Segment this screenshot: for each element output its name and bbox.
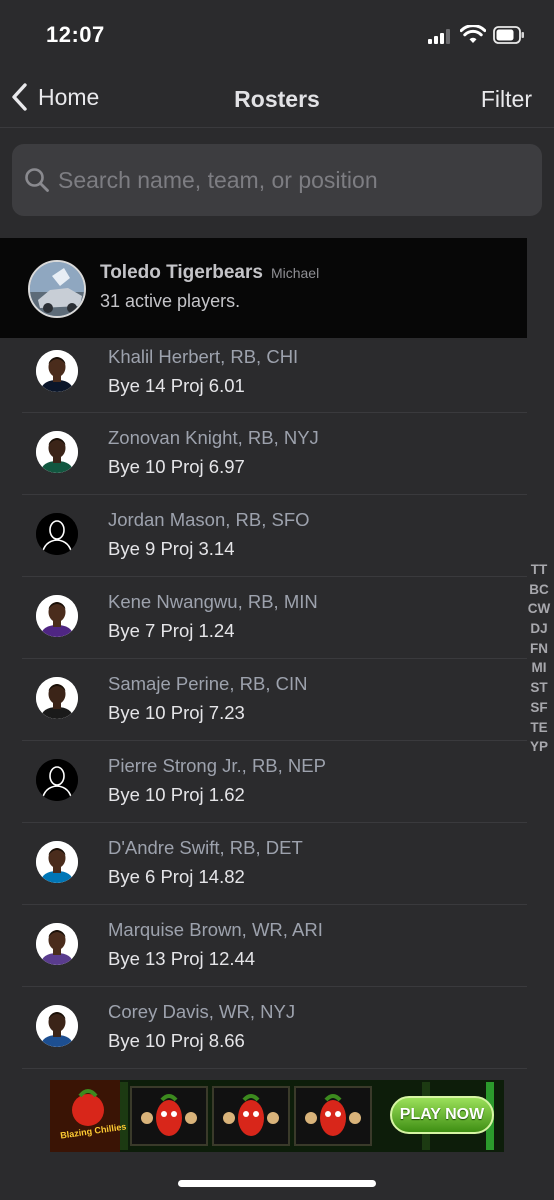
player-stats: Bye 9 Proj 3.14 bbox=[108, 538, 235, 559]
index-item[interactable]: FN bbox=[530, 639, 548, 659]
search-input[interactable] bbox=[58, 166, 542, 194]
list-item[interactable]: Corey Davis, WR, NYJ Bye 10 Proj 8.66 bbox=[22, 987, 527, 1069]
team-avatar bbox=[28, 260, 86, 318]
player-stats: Bye 13 Proj 12.44 bbox=[108, 948, 256, 969]
player-name: Khalil Herbert, RB, CHI bbox=[108, 346, 299, 367]
default-player-silhouette-icon bbox=[36, 513, 78, 555]
player-name: Kene Nwangwu, RB, MIN bbox=[108, 591, 318, 612]
player-avatar bbox=[36, 595, 78, 637]
player-avatar bbox=[36, 923, 78, 965]
ad-banner[interactable]: Blazing Chillies PLAY NOW bbox=[50, 1080, 504, 1152]
status-time: 12:07 bbox=[46, 22, 105, 47]
player-name: Corey Davis, WR, NYJ bbox=[108, 1001, 296, 1022]
list-item[interactable]: Khalil Herbert, RB, CHI Bye 14 Proj 6.01 bbox=[22, 338, 527, 413]
search-bar[interactable] bbox=[12, 144, 542, 216]
ad-reel bbox=[294, 1086, 372, 1146]
filter-button[interactable]: Filter bbox=[481, 86, 532, 113]
index-item[interactable]: MI bbox=[532, 658, 547, 678]
index-item[interactable]: YP bbox=[530, 737, 548, 757]
player-avatar bbox=[36, 677, 78, 719]
player-stats: Bye 7 Proj 1.24 bbox=[108, 620, 235, 641]
player-name: D'Andre Swift, RB, DET bbox=[108, 837, 303, 858]
index-item[interactable]: DJ bbox=[530, 619, 547, 639]
back-button[interactable]: Home bbox=[10, 82, 99, 112]
player-name: Samaje Perine, RB, CIN bbox=[108, 673, 308, 694]
team-header[interactable]: Toledo Tigerbears Michael 31 active playe… bbox=[0, 238, 527, 338]
player-stats: Bye 10 Proj 6.97 bbox=[108, 456, 245, 477]
player-name: Zonovan Knight, RB, NYJ bbox=[108, 427, 319, 448]
player-name: Jordan Mason, RB, SFO bbox=[108, 509, 310, 530]
wifi-icon bbox=[460, 25, 486, 43]
status-bar: 12:07 bbox=[0, 0, 554, 70]
index-item[interactable]: TE bbox=[530, 718, 547, 738]
player-stats: Bye 10 Proj 7.23 bbox=[108, 702, 245, 723]
team-owner: Michael bbox=[270, 265, 320, 281]
list-item[interactable]: Samaje Perine, RB, CIN Bye 10 Proj 7.23 bbox=[22, 659, 527, 741]
player-avatar bbox=[36, 841, 78, 883]
player-stats: Bye 10 Proj 1.62 bbox=[108, 784, 245, 805]
list-item[interactable]: Kene Nwangwu, RB, MIN Bye 7 Proj 1.24 bbox=[22, 577, 527, 659]
team-player-count: 31 active players. bbox=[100, 291, 241, 311]
default-player-silhouette-icon bbox=[36, 759, 78, 801]
chevron-left-icon bbox=[12, 83, 27, 111]
index-item[interactable]: SF bbox=[530, 698, 547, 718]
list-item[interactable]: Zonovan Knight, RB, NYJ Bye 10 Proj 6.97 bbox=[22, 413, 527, 495]
list-item[interactable]: Marquise Brown, WR, ARI Bye 13 Proj 12.4… bbox=[22, 905, 527, 987]
list-item[interactable]: D'Andre Swift, RB, DET Bye 6 Proj 14.82 bbox=[22, 823, 527, 905]
play-now-button[interactable]: PLAY NOW bbox=[390, 1096, 494, 1134]
search-icon bbox=[25, 168, 49, 192]
player-name: Marquise Brown, WR, ARI bbox=[108, 919, 323, 940]
player-avatar bbox=[36, 1005, 78, 1047]
index-item[interactable]: CW bbox=[528, 599, 551, 619]
battery-icon bbox=[493, 26, 524, 44]
player-stats: Bye 10 Proj 8.66 bbox=[108, 1030, 245, 1051]
list-item[interactable]: Jordan Mason, RB, SFO Bye 9 Proj 3.14 bbox=[22, 495, 527, 577]
section-index: TT BC CW DJ FN MI ST SF TE YP bbox=[526, 560, 552, 757]
home-indicator bbox=[178, 1180, 376, 1187]
player-avatar bbox=[36, 350, 78, 392]
index-item[interactable]: ST bbox=[530, 678, 547, 698]
player-stats: Bye 6 Proj 14.82 bbox=[108, 866, 245, 887]
ad-reel bbox=[130, 1086, 208, 1146]
cellular-signal-icon bbox=[428, 28, 454, 44]
player-name: Pierre Strong Jr., RB, NEP bbox=[108, 755, 326, 776]
list-item[interactable]: Pierre Strong Jr., RB, NEP Bye 10 Proj 1… bbox=[22, 741, 527, 823]
index-item[interactable]: BC bbox=[529, 580, 549, 600]
team-name: Toledo Tigerbears Michael bbox=[100, 262, 320, 283]
player-avatar bbox=[36, 431, 78, 473]
ad-reel bbox=[212, 1086, 290, 1146]
player-stats: Bye 14 Proj 6.01 bbox=[108, 375, 245, 396]
back-label: Home bbox=[38, 83, 100, 110]
navigation-bar: Home Rosters Filter bbox=[0, 70, 554, 128]
player-list: Khalil Herbert, RB, CHI Bye 14 Proj 6.01… bbox=[0, 338, 527, 1069]
index-item[interactable]: TT bbox=[531, 560, 548, 580]
